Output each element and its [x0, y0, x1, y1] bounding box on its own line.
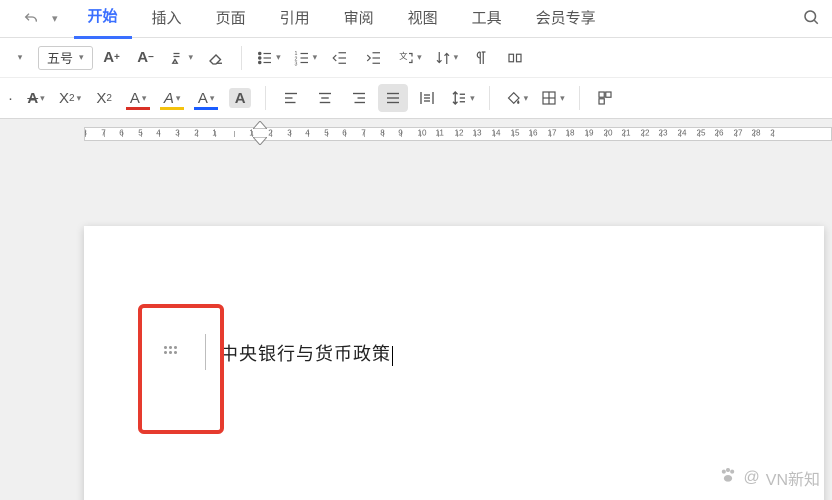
text-direction-icon: 文: [397, 49, 415, 67]
align-right-button[interactable]: [344, 84, 374, 112]
tab-member[interactable]: 会员专享: [522, 0, 610, 38]
tab-insert[interactable]: 插入: [138, 0, 196, 38]
distribute-button[interactable]: [412, 84, 442, 112]
styles-icon: [596, 89, 614, 107]
search-icon: [802, 8, 820, 26]
separator: [579, 86, 580, 110]
svg-text:文: 文: [399, 50, 407, 60]
ribbon-overflow-left[interactable]: ·: [4, 84, 17, 112]
tab-reference[interactable]: 引用: [266, 0, 324, 38]
grow-font-button[interactable]: A+: [97, 44, 127, 72]
sub-exp: 2: [106, 93, 112, 104]
line-spacing-icon: [450, 89, 468, 107]
increase-indent-icon: [365, 49, 383, 67]
tab-review[interactable]: 审阅: [330, 0, 388, 38]
undo-button[interactable]: [16, 5, 46, 33]
decrease-indent-button[interactable]: [325, 44, 355, 72]
change-case-button[interactable]: ▾: [165, 44, 198, 72]
undo-menu-chevron-icon[interactable]: ▾: [52, 12, 58, 25]
highlight-icon: A: [164, 90, 174, 107]
ribbon-row-2: · A▾ X2▾ X2 A▾ A▾ A▾ A ▾ ▾ ▾: [0, 78, 832, 118]
subscript-button[interactable]: X2: [89, 84, 119, 112]
ribbon: ▾ 五号 ▾ A+ A− ▾ ▾ 123▾ 文▾ ▾: [0, 38, 832, 119]
strikethrough-button[interactable]: A▾: [21, 84, 51, 112]
shrink-font-button[interactable]: A−: [131, 44, 161, 72]
svg-text:3: 3: [294, 61, 297, 67]
document-area[interactable]: 中央银行与货币政策: [0, 146, 832, 500]
sub-base: X: [96, 90, 106, 107]
text-direction-button[interactable]: 文▾: [393, 44, 426, 72]
superscript-button[interactable]: X2▾: [55, 84, 85, 112]
page[interactable]: 中央银行与货币政策: [84, 226, 824, 500]
font-size-value: 五号: [47, 48, 73, 67]
body-text-content: 中央银行与货币政策: [220, 344, 391, 364]
ruler-ticks: 8765432112345678910111213141516171819202…: [85, 128, 831, 140]
numbered-list-icon: 123: [293, 49, 311, 67]
chevron-down-icon: ▾: [79, 52, 84, 63]
change-case-icon: [169, 49, 187, 67]
underline-color-button[interactable]: A▾: [191, 84, 221, 112]
pilcrow-icon: [472, 49, 490, 67]
sort-icon: [434, 49, 452, 67]
strike-icon: A: [27, 90, 38, 107]
borders-icon: [540, 89, 558, 107]
font-color-icon: A: [130, 90, 140, 107]
separator: [489, 86, 490, 110]
sup-base: X: [59, 90, 69, 107]
increase-indent-button[interactable]: [359, 44, 389, 72]
align-justify-icon: [384, 89, 402, 107]
align-right-icon: [350, 89, 368, 107]
ribbon-row-1: ▾ 五号 ▾ A+ A− ▾ ▾ 123▾ 文▾ ▾: [0, 38, 832, 78]
bullet-list-button[interactable]: ▾: [252, 44, 285, 72]
line-spacing-button[interactable]: ▾: [446, 84, 479, 112]
bullet-list-icon: [256, 49, 274, 67]
tab-view[interactable]: 视图: [394, 0, 452, 38]
align-center-icon: [316, 89, 334, 107]
distribute-icon: [418, 89, 436, 107]
sort-button[interactable]: ▾: [430, 44, 463, 72]
shading-button[interactable]: ▾: [500, 84, 533, 112]
paint-bucket-icon: [504, 89, 522, 107]
horizontal-ruler[interactable]: 8765432112345678910111213141516171819202…: [0, 119, 832, 145]
undo-icon: [23, 11, 39, 27]
clear-format-button[interactable]: [201, 44, 231, 72]
tab-tools[interactable]: 工具: [458, 0, 516, 38]
highlight-button[interactable]: A▾: [157, 84, 187, 112]
char-shading-button[interactable]: A: [225, 84, 255, 112]
search-button[interactable]: [802, 8, 820, 30]
tab-start[interactable]: 开始: [74, 0, 132, 39]
watermark: @ VN新知: [718, 465, 820, 490]
watermark-at: @: [744, 469, 760, 487]
font-size-dropdown[interactable]: 五号 ▾: [38, 46, 93, 70]
align-justify-button[interactable]: [378, 84, 408, 112]
snap-button[interactable]: [500, 44, 530, 72]
align-left-icon: [282, 89, 300, 107]
snap-icon: [506, 49, 524, 67]
hanging-indent-marker[interactable]: [253, 137, 267, 145]
text-caret: [392, 346, 393, 366]
numbered-list-button[interactable]: 123▾: [289, 44, 322, 72]
borders-button[interactable]: ▾: [536, 84, 569, 112]
sup-exp: 2: [69, 93, 75, 104]
decrease-indent-icon: [331, 49, 349, 67]
font-family-dropdown[interactable]: ▾: [4, 44, 34, 72]
watermark-name: VN新知: [766, 466, 820, 490]
separator: [265, 86, 266, 110]
show-marks-button[interactable]: [466, 44, 496, 72]
paw-icon: [718, 465, 738, 490]
document-body-text[interactable]: 中央银行与货币政策: [220, 340, 393, 366]
first-line-indent-marker[interactable]: [253, 121, 267, 129]
font-color-button[interactable]: A▾: [123, 84, 153, 112]
separator: [241, 46, 242, 70]
align-center-button[interactable]: [310, 84, 340, 112]
styles-button[interactable]: [590, 84, 620, 112]
eraser-icon: [207, 49, 225, 67]
char-shading-icon: A: [229, 88, 251, 108]
annotation-highlight-box: [138, 304, 224, 434]
align-left-button[interactable]: [276, 84, 306, 112]
ruler-strip: 8765432112345678910111213141516171819202…: [84, 127, 832, 141]
tab-page[interactable]: 页面: [202, 0, 260, 38]
tab-bar: ▾ 开始 插入 页面 引用 审阅 视图 工具 会员专享: [0, 0, 832, 38]
underline-icon: A: [198, 90, 208, 107]
